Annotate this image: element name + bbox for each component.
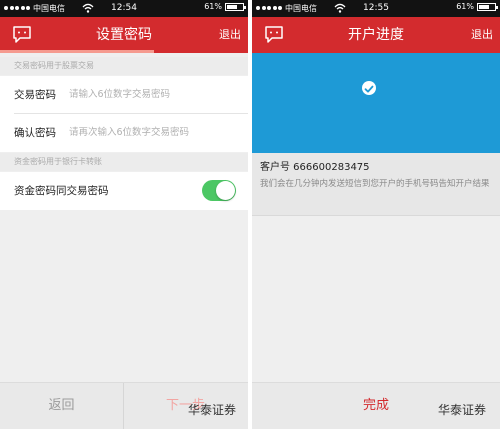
account-info: 客户号 666600283475 我们会在几分钟内发送短信到您开户的手机号码告知… — [252, 153, 500, 216]
result-message: 我们会在几分钟内发送短信到您开户的手机号码告知开户结果 — [260, 179, 490, 189]
battery-icon — [225, 2, 246, 11]
confirm-password-label: 确认密码 — [14, 127, 56, 139]
fund-password-same-label: 资金密码同交易密码 — [14, 185, 109, 197]
check-icon — [362, 81, 376, 95]
progress-panel — [252, 53, 500, 153]
battery-icon — [477, 2, 498, 11]
screen-account-progress: 中国电信 12:55 61% 开户进度 退出 客户号 666600283475 … — [252, 0, 500, 429]
toggle-knob — [216, 181, 235, 200]
fund-password-toggle[interactable] — [202, 180, 236, 201]
screen-set-password: 中国电信 12:54 61% 设置密码 退出 交易密码用于股票交易 交易密码 请… — [0, 0, 248, 429]
exit-button[interactable]: 退出 — [219, 17, 241, 53]
back-button[interactable]: 返回 — [0, 383, 124, 429]
page-title: 开户进度 — [348, 27, 404, 43]
fund-password-same-row: 资金密码同交易密码 — [0, 172, 248, 210]
status-bar: 中国电信 12:54 61% — [0, 0, 248, 17]
progress-indicator — [0, 50, 154, 53]
customer-number: 客户号 666600283475 — [260, 162, 370, 173]
trade-password-input[interactable]: 请输入6位数字交易密码 — [69, 76, 170, 114]
section-label-fund: 资金密码用于银行卡转账 — [0, 153, 248, 171]
trade-password-label: 交易密码 — [14, 89, 56, 101]
section-label-trade: 交易密码用于股票交易 — [0, 57, 248, 75]
page-title: 设置密码 — [96, 27, 152, 43]
confirm-password-field[interactable]: 确认密码 请再次输入6位数字交易密码 — [0, 114, 248, 152]
nav-bar: 开户进度 退出 — [252, 17, 500, 53]
watermark: 华泰证券 — [188, 403, 237, 417]
nav-bar: 设置密码 退出 — [0, 17, 248, 53]
confirm-password-input[interactable]: 请再次输入6位数字交易密码 — [69, 114, 189, 152]
watermark: 华泰证券 — [438, 403, 487, 417]
bottom-bar: 完成 华泰证券 — [252, 382, 500, 429]
bottom-bar: 返回 下一步 华泰证券 — [0, 382, 248, 429]
status-bar: 中国电信 12:55 61% — [252, 0, 500, 17]
battery-percent: 61% — [204, 2, 222, 11]
trade-password-field[interactable]: 交易密码 请输入6位数字交易密码 — [0, 76, 248, 114]
exit-button[interactable]: 退出 — [471, 17, 493, 53]
battery-percent: 61% — [456, 2, 474, 11]
